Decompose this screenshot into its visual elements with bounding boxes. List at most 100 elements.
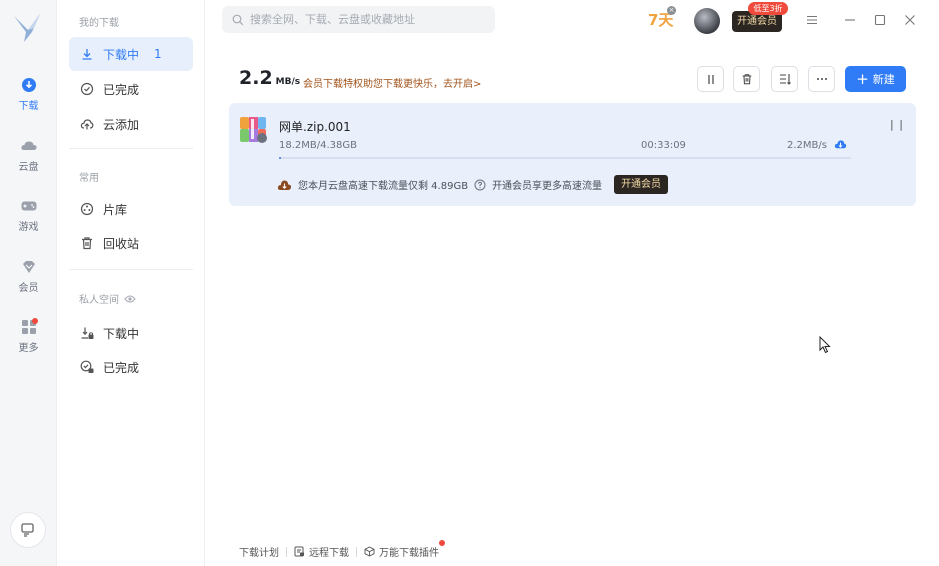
eye-icon[interactable] xyxy=(124,294,136,304)
zip-file-icon xyxy=(240,117,267,143)
nav-item-cloud-add[interactable]: 云添加 xyxy=(69,107,193,141)
download-plan-link[interactable]: 下载计划 xyxy=(239,544,279,559)
nav-item-recycle-label: 回收站 xyxy=(103,236,140,251)
search-input[interactable] xyxy=(250,13,480,26)
lock-check-icon xyxy=(80,360,94,373)
plugin-link[interactable]: 万能下载插件 xyxy=(364,540,445,559)
discount-badge: 低至3折 xyxy=(748,2,788,15)
nav-item-library[interactable]: 片库 xyxy=(69,192,193,226)
file-name: 网单.zip.001 xyxy=(279,120,351,134)
minimize-icon[interactable] xyxy=(843,13,857,27)
task-pause-button[interactable]: | | xyxy=(890,118,904,131)
close-icon[interactable] xyxy=(903,13,917,27)
help-icon[interactable] xyxy=(474,179,486,191)
search-icon xyxy=(232,14,244,25)
nav-item-private-completed-label: 已完成 xyxy=(103,360,140,375)
gamepad-icon xyxy=(21,201,36,211)
mouse-cursor-icon xyxy=(819,336,831,354)
nav-item-downloading-label: 下载中 xyxy=(103,47,140,62)
nav-item-private-completed[interactable]: 已完成 xyxy=(69,350,193,384)
maximize-icon[interactable] xyxy=(873,13,887,27)
close-promo-icon[interactable]: × xyxy=(667,6,676,15)
footer-divider-2 xyxy=(356,546,357,557)
section-private-label: 私人空间 xyxy=(79,295,119,306)
nav-item-recycle[interactable]: 回收站 xyxy=(69,226,193,260)
trash-icon xyxy=(742,74,751,85)
task-speed: 2.2MB/s xyxy=(787,140,827,151)
new-task-label: 新建 xyxy=(872,73,895,86)
section-my-downloads: 我的下载 xyxy=(79,18,119,29)
quota-row: 您本月云盘高速下载流量仅剩 4.89GB 开通会员享更多高速流量 开通会员 xyxy=(277,175,669,194)
nav-item-private-downloading[interactable]: 下载中 xyxy=(69,316,193,350)
section-common: 常用 xyxy=(79,173,99,184)
time-remaining: 00:33:09 xyxy=(641,140,686,151)
remote-download-link[interactable]: 远程下载 xyxy=(294,544,349,559)
nav-item-completed[interactable]: 已完成 xyxy=(69,72,193,106)
rail-more[interactable]: 更多 xyxy=(0,318,57,354)
cloud-accelerate-icon[interactable] xyxy=(834,138,847,151)
pause-all-button[interactable] xyxy=(697,66,724,92)
footer-bar: 下载计划 远程下载 万能下载插件 xyxy=(239,540,445,559)
nav-item-downloading[interactable]: 下载中 1 xyxy=(69,37,193,71)
app-window: 下载 云盘 游戏 会员 更多 我的下载 下载中 1 已完成 云添加 常用 片库 … xyxy=(0,0,939,566)
nav-divider-2 xyxy=(69,269,193,270)
rail-cloud[interactable]: 云盘 xyxy=(0,137,57,173)
nav-item-private-downloading-label: 下载中 xyxy=(103,326,140,341)
rail-cloud-label: 云盘 xyxy=(18,162,39,173)
cube-icon xyxy=(364,546,375,557)
menu-icon[interactable] xyxy=(805,13,819,27)
cloud-download-icon xyxy=(277,180,292,190)
delete-button[interactable] xyxy=(733,66,760,92)
quota-hint: 开通会员享更多高速流量 xyxy=(492,181,603,192)
plugin-notification-dot xyxy=(439,540,445,546)
size-progress: 18.2MB/4.38GB xyxy=(279,140,357,151)
speed-value: 2.2 xyxy=(239,67,273,89)
remote-icon xyxy=(294,546,304,557)
section-private: 私人空间 xyxy=(79,291,136,306)
app-logo xyxy=(14,14,40,42)
downloading-count: 1 xyxy=(154,47,162,61)
vip-promo-link[interactable]: 会员下载特权助您下载更快乐，去开启> xyxy=(303,75,481,90)
download-circle-icon xyxy=(21,78,36,92)
rail-more-label: 更多 xyxy=(18,343,39,354)
rail-download-label: 下载 xyxy=(18,101,39,112)
cloud-upload-icon xyxy=(80,119,94,130)
nav-item-cloud-add-label: 云添加 xyxy=(103,117,140,132)
download-task-card[interactable]: 网单.zip.001 | | 18.2MB/4.38GB 00:33:09 2.… xyxy=(229,103,916,206)
cloud-icon xyxy=(20,141,37,150)
speed-unit: MB/s xyxy=(275,77,301,87)
progress-bar xyxy=(279,157,851,159)
feedback-icon xyxy=(21,523,34,537)
feedback-button[interactable] xyxy=(10,512,46,548)
download-arrow-icon xyxy=(82,49,92,60)
diamond-icon xyxy=(22,261,35,273)
rail-game[interactable]: 游戏 xyxy=(0,197,57,233)
rail-game-label: 游戏 xyxy=(18,222,39,233)
nav-divider xyxy=(69,148,193,149)
download-plan-label: 下载计划 xyxy=(239,548,279,559)
plus-icon: + xyxy=(856,70,869,88)
progress-bar-fill xyxy=(279,157,282,159)
more-button[interactable] xyxy=(808,66,835,92)
sort-button[interactable] xyxy=(771,66,798,92)
grid-icon xyxy=(21,318,38,334)
pause-icon xyxy=(707,74,714,84)
check-circle-icon xyxy=(80,82,94,96)
left-rail: 下载 云盘 游戏 会员 更多 xyxy=(0,0,57,566)
search-bar[interactable] xyxy=(222,6,495,33)
rail-vip-label: 会员 xyxy=(18,283,39,294)
avatar[interactable] xyxy=(694,8,720,34)
remote-download-label: 远程下载 xyxy=(309,548,349,559)
nav-item-library-label: 片库 xyxy=(103,202,128,217)
sort-icon xyxy=(779,74,791,85)
quota-text: 您本月云盘高速下载流量仅剩 4.89GB xyxy=(298,181,469,192)
quota-vip-button[interactable]: 开通会员 xyxy=(614,175,669,194)
lock-download-icon xyxy=(81,327,94,339)
nav-panel: 我的下载 下载中 1 已完成 云添加 常用 片库 回收站 私人空间 下载中 已完… xyxy=(57,0,205,566)
rail-vip[interactable]: 会员 xyxy=(0,258,57,294)
more-icon xyxy=(816,78,827,80)
new-task-button[interactable]: + 新建 xyxy=(845,66,906,92)
total-speed: 2.2 MB/s xyxy=(239,67,300,89)
film-reel-icon xyxy=(80,202,94,216)
rail-download[interactable]: 下载 xyxy=(0,76,57,112)
